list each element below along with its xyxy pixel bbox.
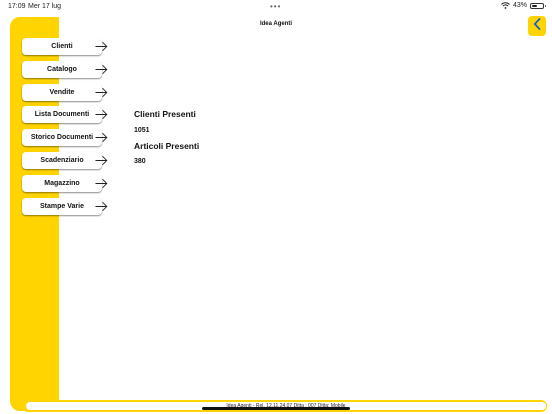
multitask-dots[interactable]: ••• (270, 2, 281, 11)
back-button[interactable] (528, 16, 546, 36)
menu-item-scadenziario[interactable]: Scadenziario (22, 151, 110, 169)
menu-button-label[interactable]: Lista Documenti (22, 106, 102, 124)
battery-percent: 43% (512, 2, 527, 9)
clienti-presenti-label: Clienti Presenti (134, 109, 196, 119)
menu-button-label[interactable]: Stampe Varie (22, 197, 102, 215)
menu-item-vendite[interactable]: Vendite (22, 83, 110, 101)
status-date: Mer 17 lug (28, 3, 62, 10)
page-title: Idea Agenti (259, 21, 293, 27)
menu-item-stampe-varie[interactable]: Stampe Varie (22, 197, 110, 215)
menu-item-magazzino[interactable]: Magazzino (22, 174, 110, 192)
main-menu: Clienti Catalogo Vendite Lista Documenti… (22, 38, 110, 220)
menu-item-storico-documenti[interactable]: Storico Documenti (22, 129, 110, 147)
arrow-right-icon (95, 201, 108, 211)
status-indicators: 43% (501, 2, 546, 9)
menu-button-label[interactable]: Clienti (22, 38, 102, 55)
menu-button-label[interactable]: Vendite (22, 83, 102, 101)
wifi-icon (501, 2, 510, 9)
menu-button-label[interactable]: Scadenziario (22, 151, 102, 169)
chevron-left-icon (533, 17, 541, 35)
arrow-right-icon (95, 155, 108, 166)
summary-panel: Clienti Presenti 1051 Articoli Presenti … (134, 109, 199, 165)
articoli-presenti-label: Articoli Presenti (134, 141, 200, 151)
arrow-right-icon (95, 87, 108, 97)
arrow-right-icon (95, 41, 108, 52)
menu-item-catalogo[interactable]: Catalogo (22, 60, 110, 78)
home-indicator[interactable] (202, 407, 350, 410)
arrow-right-icon (95, 110, 108, 120)
clienti-presenti-value: 1051 (134, 127, 150, 134)
menu-item-lista-documenti[interactable]: Lista Documenti (22, 106, 110, 124)
arrow-right-icon (95, 178, 108, 188)
menu-item-clienti[interactable]: Clienti (22, 38, 110, 55)
arrow-right-icon (95, 133, 108, 143)
menu-button-label[interactable]: Magazzino (22, 174, 102, 192)
articoli-presenti-value: 380 (134, 158, 146, 165)
menu-button-label[interactable]: Storico Documenti (22, 129, 102, 147)
status-time: 17:09 (8, 3, 26, 10)
arrow-right-icon (95, 64, 108, 74)
menu-button-label[interactable]: Catalogo (22, 60, 102, 78)
battery-icon (530, 2, 546, 9)
status-bar: 17:09 Mer 17 lug ••• 43% (0, 0, 552, 14)
